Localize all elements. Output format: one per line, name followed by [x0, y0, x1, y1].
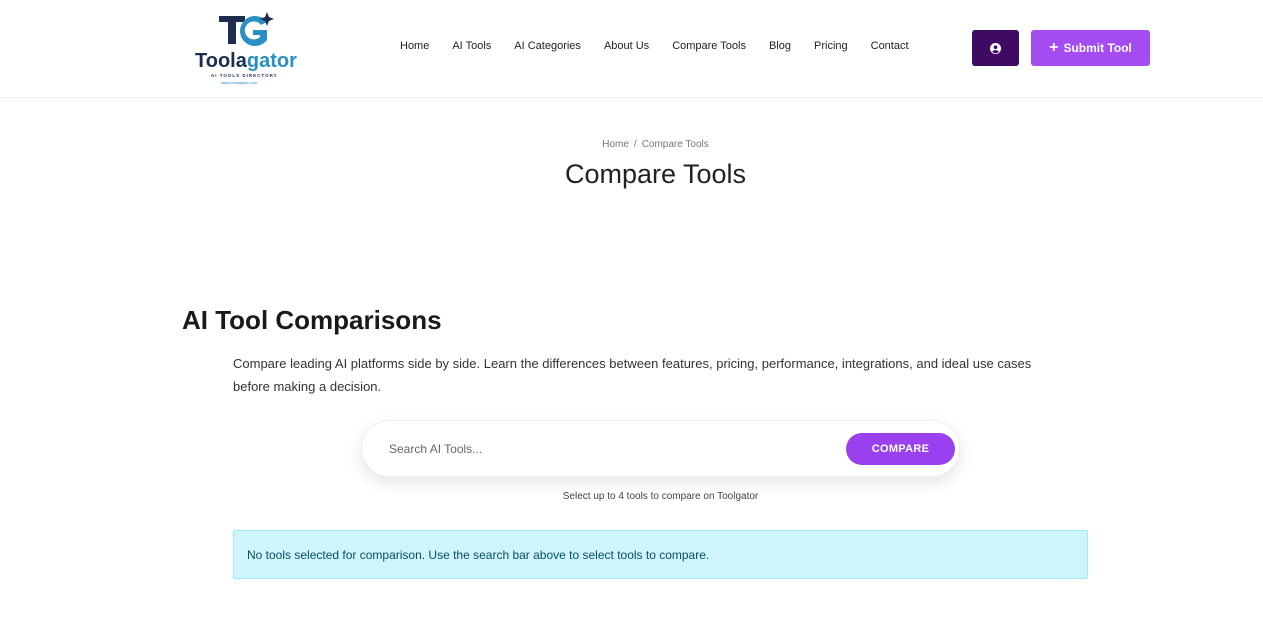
search-input[interactable]	[389, 435, 829, 463]
user-circle-icon	[990, 42, 1001, 54]
site-header: Toolagator AI TOOLS DIRECTORY www.toolag…	[0, 0, 1263, 98]
toolagator-logo[interactable]: Toolagator AI TOOLS DIRECTORY www.toolag…	[193, 10, 303, 86]
breadcrumb-current: Compare Tools	[641, 139, 709, 150]
nav-home[interactable]: Home	[400, 40, 429, 56]
submit-tool-label: Submit Tool	[1063, 41, 1132, 55]
tool-search-bar: COMPARE	[361, 420, 960, 477]
nav-ai-tools[interactable]: AI Tools	[452, 40, 491, 56]
nav-blog[interactable]: Blog	[769, 40, 791, 56]
logo-wordmark-part2: gator	[246, 50, 297, 72]
no-tools-alert: No tools selected for comparison. Use th…	[233, 530, 1088, 579]
nav-pricing[interactable]: Pricing	[814, 40, 848, 56]
breadcrumb-separator: /	[633, 139, 637, 150]
submit-tool-button[interactable]: + Submit Tool	[1031, 30, 1150, 66]
comparisons-heading: AI Tool Comparisons	[182, 305, 442, 335]
page-title: Compare Tools	[564, 159, 747, 189]
breadcrumb-home[interactable]: Home	[602, 139, 629, 150]
nav-compare-tools[interactable]: Compare Tools	[672, 40, 746, 56]
logo-wordmark: Toolagator	[195, 50, 297, 73]
logo-wordmark-part1: Toola	[195, 50, 247, 72]
logo-tagline: AI TOOLS DIRECTORY	[211, 73, 278, 78]
logo-url: www.toolagator.com	[221, 80, 257, 85]
compare-button[interactable]: COMPARE	[846, 433, 955, 465]
nav-contact[interactable]: Contact	[871, 40, 909, 56]
comparisons-description: Compare leading AI platforms side by sid…	[233, 356, 1032, 394]
user-account-button[interactable]	[972, 30, 1019, 66]
nav-ai-categories[interactable]: AI Categories	[514, 40, 581, 56]
breadcrumb: Home / Compare Tools	[0, 139, 1263, 150]
compare-hint: Select up to 4 tools to compare on Toolg…	[562, 491, 759, 502]
plus-icon: +	[1049, 39, 1059, 56]
main-nav: Home AI Tools AI Categories About Us Com…	[400, 40, 932, 56]
nav-about-us[interactable]: About Us	[604, 40, 649, 56]
tg-logo-mark-icon	[219, 12, 274, 46]
